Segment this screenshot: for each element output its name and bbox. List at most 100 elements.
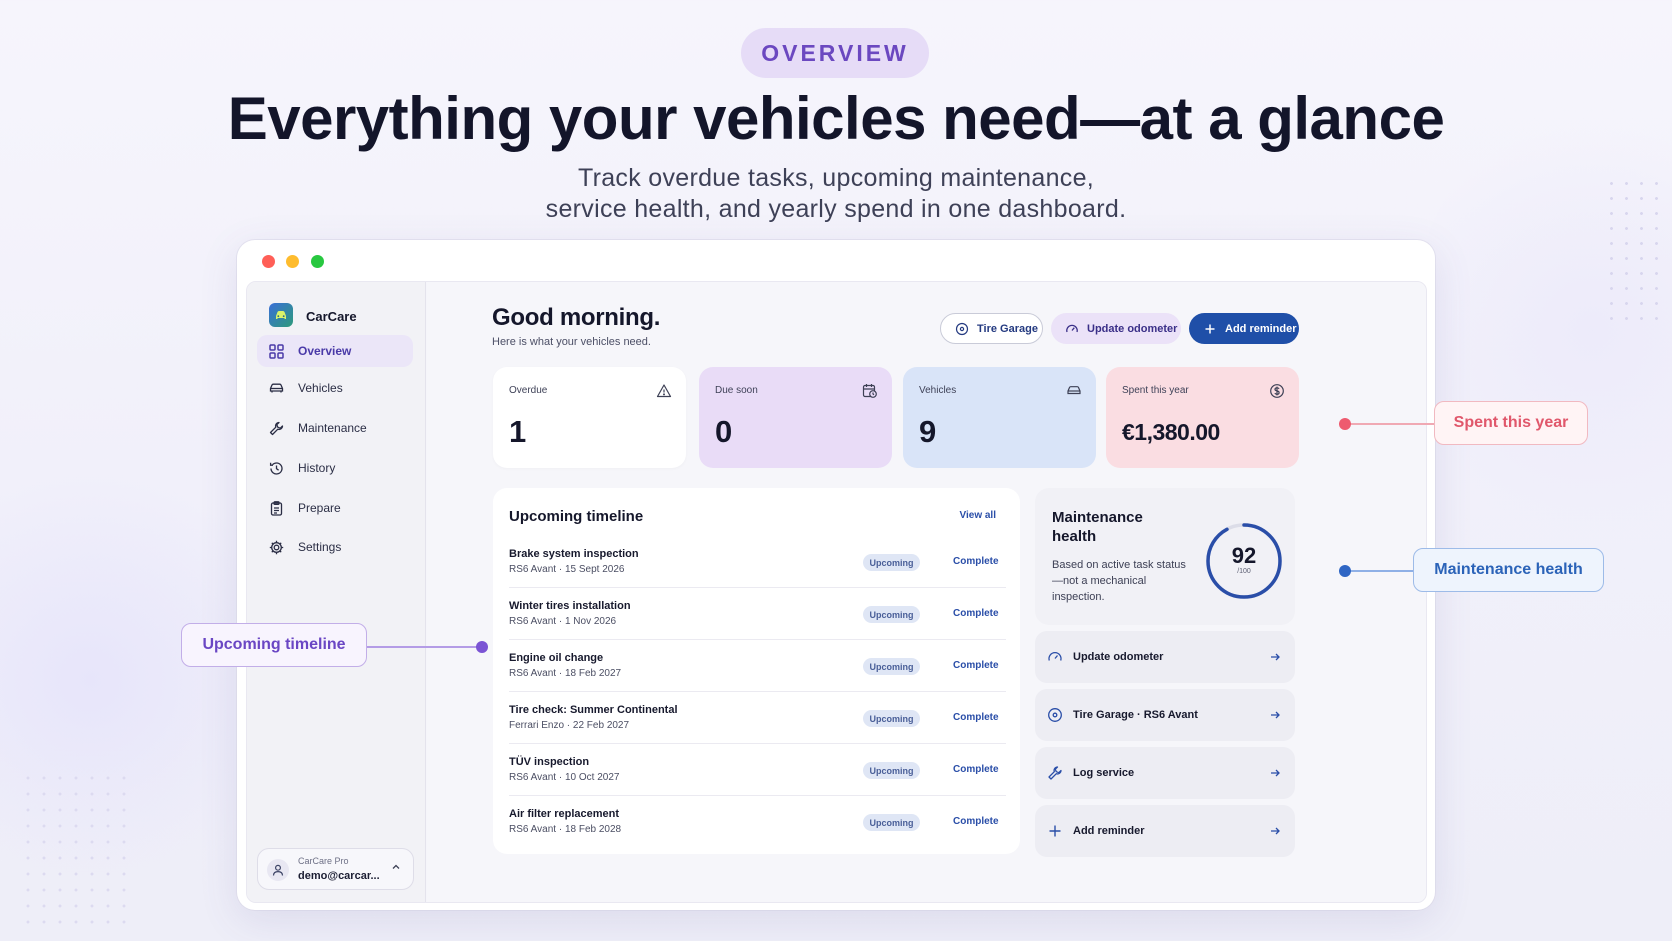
sidebar-item-label: Settings [298,540,342,554]
arrow-right-icon [1271,711,1280,719]
wrench-icon [269,421,284,436]
section-pill: OVERVIEW [741,28,929,78]
user-account-menu[interactable]: CarCare Pro demo@carcar... [257,848,414,890]
window-minimize-button[interactable] [286,255,299,268]
stat-card-spent[interactable]: Spent this year €1,380.00 [1106,367,1299,468]
plus-icon [1205,324,1215,333]
table-row: Tire check: Summer Continental Ferrari E… [509,692,1006,744]
hero-headline: Everything your vehicles need—at a glanc… [227,85,1445,152]
view-all-link[interactable]: View all [959,510,996,521]
task-name: Engine oil change [509,652,604,664]
carcare-logo [269,303,293,327]
health-description: Based on active task status—not a mechan… [1052,559,1186,603]
sidebar-item-vehicles[interactable]: Vehicles [257,372,413,404]
history-icon [269,462,283,475]
complete-button[interactable]: Complete [953,608,999,619]
warning-icon [656,384,672,398]
sidebar-item-history[interactable]: History [257,452,413,484]
sidebar-item-maintenance[interactable]: Maintenance [257,412,413,444]
window-close-button[interactable] [262,255,275,268]
sidebar-item-label: Overview [298,344,352,358]
action-update-odometer[interactable]: Update odometer [1035,631,1295,683]
task-meta: Ferrari Enzo · 22 Feb 2027 [509,720,630,731]
add-reminder-button[interactable]: Add reminder [1189,313,1299,344]
stat-value: 1 [509,414,527,449]
complete-button[interactable]: Complete [953,556,999,567]
stat-label: Due soon [715,385,758,396]
action-label: Log service [1073,767,1135,779]
callout-maintenance-health: Maintenance health [1413,548,1604,592]
sidebar-item-prepare[interactable]: Prepare [257,492,413,524]
status-badge: Upcoming [863,814,920,831]
user-email: demo@carcar... [298,870,380,882]
table-row: Brake system inspection RS6 Avant · 15 S… [509,536,1006,588]
callout-spent-this-year: Spent this year [1434,401,1588,445]
hero-subline-1: Track overdue tasks, upcoming maintenanc… [577,164,1095,192]
button-label: Tire Garage [977,322,1038,335]
task-name: Winter tires installation [509,600,631,612]
health-title: Maintenance health [1052,509,1143,545]
action-log-service[interactable]: Log service [1035,747,1295,799]
callout-dot-timeline [476,641,488,653]
stat-label: Vehicles [919,385,957,396]
hero-subline: Track overdue tasks, upcoming maintenanc… [0,163,1672,225]
main-panel: Good morning. Here is what your vehicles… [427,282,1426,902]
task-meta: RS6 Avant · 18 Feb 2028 [509,824,622,835]
car-icon [1067,386,1081,395]
callout-dot-spent [1339,418,1351,430]
button-label: Update odometer [1087,322,1178,335]
upcoming-timeline-card: Upcoming timeline View all Brake system … [493,488,1020,854]
action-add-reminder[interactable]: Add reminder [1035,805,1295,857]
task-name: Brake system inspection [509,548,639,560]
chevron-up-icon [392,864,400,869]
action-tire-garage[interactable]: Tire Garage · RS6 Avant [1035,689,1295,741]
action-label: Tire Garage · RS6 Avant [1073,709,1198,721]
gauge-icon [1048,651,1062,661]
sidebar-item-label: Prepare [298,501,341,515]
stat-card-vehicles[interactable]: Vehicles 9 [903,367,1096,468]
stat-card-due-soon[interactable]: Due soon 0 [699,367,892,468]
wrench-icon [1048,766,1062,780]
task-meta: RS6 Avant · 10 Oct 2027 [509,772,620,783]
tire-icon [955,322,969,335]
callout-dot-health [1339,565,1351,577]
health-score: 92 [1231,543,1257,568]
timeline-title: Upcoming timeline [509,508,644,525]
status-badge: Upcoming [863,606,920,623]
dollar-circle-icon [1270,384,1284,398]
gear-icon [269,540,284,555]
maintenance-health-card: Maintenance health Based on active task … [1035,488,1295,625]
task-meta: RS6 Avant · 18 Feb 2027 [509,668,622,679]
hero-subline-2: service health, and yearly spend in one … [545,195,1127,223]
status-badge: Upcoming [863,710,920,727]
sidebar-item-overview[interactable]: Overview [257,335,413,367]
status-badge: Upcoming [863,762,920,779]
page-title: Good morning. [492,304,661,331]
stat-value: €1,380.00 [1122,419,1220,445]
user-icon [272,864,284,876]
arrow-right-icon [1271,653,1280,661]
sidebar-item-label: Maintenance [298,421,367,435]
grid-icon [269,344,284,359]
stat-label: Overdue [509,385,548,396]
complete-button[interactable]: Complete [953,712,999,723]
window-maximize-button[interactable] [311,255,324,268]
stat-value: 9 [919,414,937,449]
tire-garage-button[interactable]: Tire Garage [940,313,1043,344]
complete-button[interactable]: Complete [953,764,999,775]
task-name: Air filter replacement [509,808,620,820]
complete-button[interactable]: Complete [953,816,999,827]
table-row: TÜV inspection RS6 Avant · 10 Oct 2027 U… [509,744,1006,796]
update-odometer-button[interactable]: Update odometer [1051,313,1181,344]
callout-line-spent [1345,423,1435,425]
complete-button[interactable]: Complete [953,660,999,671]
gauge-icon [1066,324,1078,332]
plus-icon [1049,825,1061,837]
stat-card-overdue[interactable]: Overdue 1 [493,367,686,468]
page-subtitle: Here is what your vehicles need. [492,336,651,348]
sidebar-item-label: Vehicles [298,381,343,395]
status-badge: Upcoming [863,658,920,675]
task-meta: RS6 Avant · 15 Sept 2026 [509,564,625,575]
action-label: Update odometer [1073,651,1164,663]
sidebar-item-settings[interactable]: Settings [257,531,413,563]
